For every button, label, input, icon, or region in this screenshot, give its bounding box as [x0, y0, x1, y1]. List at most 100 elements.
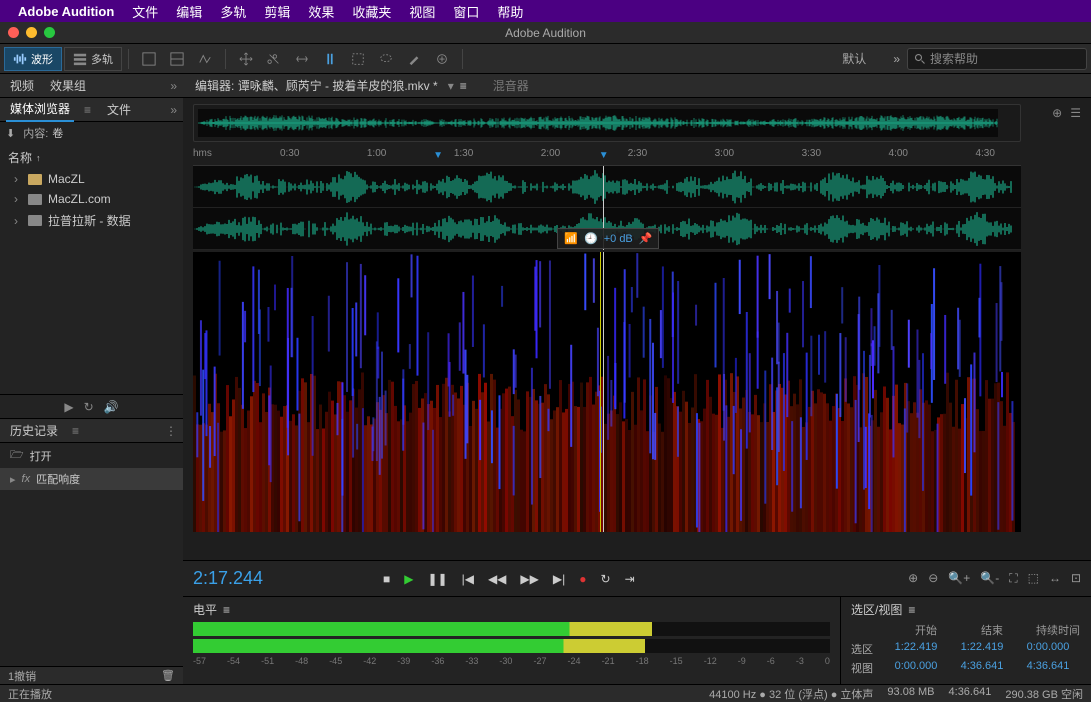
view-multitrack-button[interactable]: 多轨 [64, 47, 122, 71]
import-icon[interactable]: ⬇ [6, 127, 15, 140]
panel-menu-icon[interactable]: ≡ [72, 424, 79, 438]
level-meter-right[interactable] [193, 639, 830, 653]
tool-hud-toggle[interactable] [136, 49, 162, 69]
preview-autoplay-icon[interactable]: 🔊 [104, 400, 119, 414]
tool-razor[interactable] [261, 49, 287, 69]
menu-effects[interactable]: 效果 [308, 2, 334, 21]
tool-move[interactable] [233, 49, 259, 69]
menu-file[interactable]: 文件 [132, 2, 158, 21]
tab-files[interactable]: 文件 [103, 98, 135, 121]
pause-button[interactable]: ❚❚ [427, 572, 447, 586]
overview-waveform[interactable] [193, 104, 1021, 142]
forward-button[interactable]: ▶▶ [520, 572, 538, 586]
tree-column-name[interactable]: 名称↑ [0, 146, 183, 169]
overview-options-icon[interactable]: ☰ [1070, 106, 1081, 120]
panel-menu-icon[interactable]: ≡ [908, 603, 915, 617]
history-item-open[interactable]: 🗁 打开 [0, 443, 183, 468]
tool-spectral-toggle[interactable] [164, 49, 190, 69]
tool-marquee[interactable] [345, 49, 371, 69]
menu-clip[interactable]: 剪辑 [264, 2, 290, 21]
tool-lasso[interactable] [373, 49, 399, 69]
menu-window[interactable]: 窗口 [453, 2, 479, 21]
editor-tab-label[interactable]: 编辑器: 谭咏麟、顾芮宁 - 披着羊皮的狼.mkv * [189, 74, 444, 97]
app-name[interactable]: Adobe Audition [18, 4, 114, 19]
waveform-display[interactable]: dB L dB R 📶 🕘 +0 dB 📌 [193, 166, 1021, 250]
timeline-ruler[interactable]: hms 0:30 1:00 1:30 2:00 2:30 3:00 3:30 4… [193, 148, 1021, 166]
record-button[interactable]: ● [579, 572, 586, 586]
selection-line[interactable] [600, 252, 601, 532]
hud-time-icon[interactable]: 🕘 [584, 232, 598, 245]
tool-pitch-toggle[interactable] [192, 49, 218, 69]
search-help-input[interactable]: 搜索帮助 [907, 48, 1087, 70]
close-window-button[interactable] [8, 27, 19, 38]
playhead-line[interactable] [603, 252, 604, 532]
stop-button[interactable]: ■ [383, 572, 390, 586]
minimize-window-button[interactable] [26, 27, 37, 38]
play-button[interactable]: ▶ [404, 572, 413, 586]
skip-selection-button[interactable]: ⇥ [625, 572, 635, 586]
zoom-selection-icon[interactable]: ⬚ [1028, 571, 1039, 586]
level-meter-left[interactable] [193, 622, 830, 636]
panel-menu-icon[interactable]: ≡ [460, 79, 467, 93]
sel-end[interactable]: 1:22.419 [949, 641, 1015, 657]
tab-history[interactable]: 历史记录 [6, 419, 62, 442]
playhead-marker-icon[interactable]: ▼ [599, 150, 609, 161]
zoom-in-time-icon[interactable]: 🔍+ [948, 571, 970, 586]
rewind-button[interactable]: ◀◀ [488, 572, 506, 586]
go-to-end-button[interactable]: ▶| [553, 572, 565, 586]
zoom-out-time-icon[interactable]: 🔍- [980, 571, 999, 586]
tool-brush[interactable] [401, 49, 427, 69]
tool-spot-heal[interactable] [429, 49, 455, 69]
view-end[interactable]: 4:36.641 [949, 660, 1015, 676]
sel-start[interactable]: 1:22.419 [883, 641, 949, 657]
tool-slip[interactable] [289, 49, 315, 69]
tab-video[interactable]: 视频 [6, 74, 38, 97]
hud-pin-icon[interactable]: 📌 [639, 232, 653, 245]
tree-item[interactable]: ›MacZL.com [0, 189, 183, 209]
hud-overlay[interactable]: 📶 🕘 +0 dB 📌 [557, 228, 659, 249]
preview-loop-icon[interactable]: ↻ [84, 400, 94, 414]
zoom-in-amp-icon[interactable]: ⊕ [908, 571, 918, 586]
panel-dock-icon[interactable]: ⋮ [165, 424, 177, 438]
spectral-display[interactable] [193, 252, 1021, 532]
tab-media-browser[interactable]: 媒体浏览器 [6, 97, 74, 122]
panel-menu-icon[interactable]: ≡ [84, 103, 91, 117]
workspace-selector[interactable]: 默认 [822, 50, 886, 67]
view-duration[interactable]: 4:36.641 [1015, 660, 1081, 676]
trash-icon[interactable]: 🗑 [161, 669, 175, 682]
panel-overflow-icon[interactable]: » [170, 103, 177, 117]
workspace-overflow-icon[interactable]: » [887, 49, 906, 69]
tab-fx-rack[interactable]: 效果组 [46, 74, 90, 97]
panel-menu-icon[interactable]: ≡ [223, 603, 230, 617]
zoom-navigator-icon[interactable]: ⊕ [1052, 106, 1062, 120]
content-value[interactable]: 卷 [52, 125, 63, 141]
menu-view[interactable]: 视图 [409, 2, 435, 21]
selview-title[interactable]: 选区/视图 [851, 601, 902, 618]
tree-item[interactable]: ›拉普拉斯 - 数据 [0, 209, 183, 232]
tree-item[interactable]: ›MacZL [0, 169, 183, 189]
menu-favorites[interactable]: 收藏夹 [352, 2, 391, 21]
cti-marker-icon[interactable]: ▼ [433, 150, 443, 161]
menu-multitrack[interactable]: 多轨 [220, 2, 246, 21]
editor-tab-dropdown-icon[interactable]: ▾ [448, 79, 454, 93]
mixer-tab[interactable]: 混音器 [487, 74, 535, 97]
preview-play-icon[interactable]: ▶ [64, 400, 73, 414]
menu-edit[interactable]: 编辑 [176, 2, 202, 21]
menu-help[interactable]: 帮助 [497, 2, 523, 21]
hud-db-value[interactable]: +0 dB [604, 233, 633, 245]
hud-volume-icon[interactable]: 📶 [564, 232, 578, 245]
view-waveform-button[interactable]: 波形 [4, 47, 62, 71]
maximize-window-button[interactable] [44, 27, 55, 38]
zoom-out-full-icon[interactable]: ⊡ [1071, 571, 1081, 586]
zoom-in-point-icon[interactable]: ↔ [1049, 571, 1061, 586]
tool-time-select[interactable] [317, 49, 343, 69]
history-item-match-loudness[interactable]: ▸ fx 匹配响度 [0, 468, 183, 490]
go-to-start-button[interactable]: |◀ [462, 572, 474, 586]
zoom-full-icon[interactable]: ⛶ [1009, 571, 1017, 586]
levels-title[interactable]: 电平 [193, 601, 217, 618]
sel-duration[interactable]: 0:00.000 [1015, 641, 1081, 657]
view-start[interactable]: 0:00.000 [883, 660, 949, 676]
loop-button[interactable]: ↻ [601, 572, 611, 586]
timecode-display[interactable]: 2:17.244 [193, 568, 363, 589]
panel-overflow-icon[interactable]: » [170, 79, 177, 93]
